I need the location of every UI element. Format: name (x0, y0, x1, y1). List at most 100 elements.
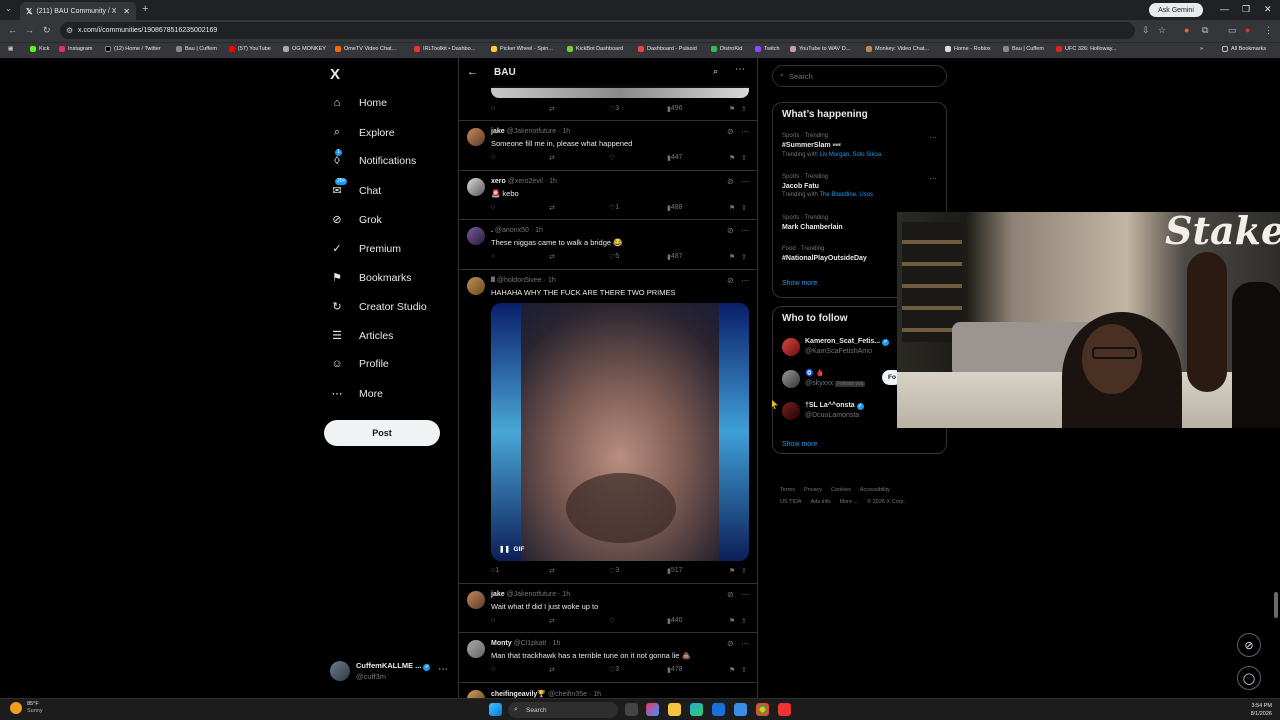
avatar[interactable] (782, 338, 800, 356)
tweet-handle[interactable]: @anonx50 (495, 227, 529, 234)
views-button[interactable]: ▮ 487 (667, 253, 683, 261)
nav-creator-studio[interactable]: ↻ Creator Studio (330, 300, 426, 314)
tweet-author[interactable]: xero (491, 178, 506, 185)
like-icon[interactable]: ♡ (609, 617, 615, 625)
account-switcher[interactable]: CuffemKALLME ... ✓ @cuff3m ⋯ (330, 660, 448, 682)
tweet-more-icon[interactable]: ⋯ (741, 127, 749, 136)
system-clock[interactable]: 3:54 PM 8/1/2026 (1240, 702, 1272, 718)
share-icon[interactable]: ⇧ (741, 666, 747, 674)
grok-fab-button[interactable]: ⊘ (1237, 633, 1261, 657)
footer-link[interactable]: Accessibility (860, 487, 890, 493)
tweet-handle[interactable]: @holdon5ivee (497, 277, 542, 284)
trend-more-icon[interactable]: ⋯ (929, 133, 937, 142)
url-input[interactable]: ⚙ x.com/i/communities/190867851623500216… (60, 22, 1135, 39)
profile-avatar-icon[interactable]: ● (1245, 25, 1250, 35)
share-icon[interactable]: ⇧ (741, 253, 747, 261)
footer-link[interactable]: Ads info (811, 499, 831, 505)
like-button[interactable]: ♡ 5 (609, 253, 619, 261)
like-button[interactable]: ♡ 1 (609, 204, 619, 212)
tweet[interactable]: jake @Jakenotfuture · 1h ⊘ ⋯ Wait what t… (459, 583, 757, 632)
reply-icon[interactable]: ○ (491, 253, 495, 260)
tweet-author[interactable]: ll (491, 277, 495, 284)
nav-profile[interactable]: ☺ Profile (330, 358, 388, 370)
avatar[interactable] (467, 690, 485, 698)
tweet-author[interactable]: cheifingeavily🏆 (491, 691, 546, 698)
post-button[interactable]: Post (324, 420, 440, 446)
bookmark-1[interactable]: Instagram (59, 46, 92, 52)
extension-icon[interactable]: ● (1184, 25, 1189, 35)
bookmark-icon[interactable]: ⚑ (729, 666, 735, 674)
avatar[interactable] (467, 640, 485, 658)
tweet-handle[interactable]: @Jakenotfuture (507, 128, 557, 135)
trend-with[interactable]: The Bloodline, Usos (819, 192, 873, 198)
bookmark-0[interactable]: Kick (30, 46, 49, 52)
nav-more[interactable]: ⋯ More (330, 387, 383, 401)
task-view-icon[interactable] (625, 703, 638, 716)
reply-icon[interactable]: ○ (491, 617, 495, 624)
like-button[interactable]: ♡ 3 (609, 105, 619, 113)
bookmark-2[interactable]: (12) Home / Twitter (105, 46, 161, 52)
share-icon[interactable]: ⇧ (741, 105, 747, 113)
follow-suggestion[interactable]: Kameron_Scat_Fetis... ✓ @KamScaFetishAmo (782, 337, 890, 357)
close-window-icon[interactable]: ✕ (1264, 4, 1272, 15)
bookmark-10[interactable]: Dashboard - Pulsoid (638, 46, 697, 52)
nav-explore[interactable]: ⌕ Explore (330, 126, 395, 139)
show-more-link[interactable]: Show more (782, 441, 817, 448)
views-button[interactable]: ▮ 447 (667, 154, 683, 162)
avatar[interactable] (467, 178, 485, 196)
extensions-icon[interactable]: ⧉ (1202, 25, 1208, 36)
store-icon[interactable] (712, 703, 725, 716)
share-icon[interactable]: ⇧ (741, 617, 747, 625)
nav-chat[interactable]: ✉ 20+ Chat (330, 178, 381, 197)
browser-tab[interactable]: 𝕏 (211) BAU Community / X ✕ (20, 2, 136, 20)
views-button[interactable]: ▮ 440 (667, 617, 683, 625)
ask-gemini-button[interactable]: Ask Gemini (1149, 3, 1203, 17)
tweet-more-icon[interactable]: ⋯ (741, 276, 749, 285)
like-button[interactable]: ♡ 3 (609, 567, 619, 575)
bookmark-4[interactable]: (57) YouTube (229, 46, 271, 52)
bookmark-icon[interactable]: ⚑ (729, 105, 735, 113)
tweet-author[interactable]: jake (491, 128, 505, 135)
reply-icon[interactable]: ○ (491, 666, 495, 673)
grok-icon[interactable]: ⊘ (727, 639, 734, 648)
tweet-author[interactable]: Monty (491, 640, 512, 647)
apps-icon[interactable]: ▦ (8, 46, 13, 52)
grok-icon[interactable]: ⊘ (727, 127, 734, 136)
avatar[interactable] (467, 227, 485, 245)
grok-icon[interactable]: ⊘ (727, 177, 734, 186)
tweet-author[interactable]: . (491, 227, 493, 234)
community-more-icon[interactable]: ⋯ (735, 64, 745, 75)
bookmark-3[interactable]: Bau | Cuffem (176, 46, 217, 52)
nav-notifications[interactable]: ◊ 1 Notifications (330, 149, 416, 167)
weather-widget[interactable]: 85°F Sunny (10, 701, 43, 715)
bookmark-14[interactable]: Monkey: Video Chat... (866, 46, 929, 52)
trend-with[interactable]: Liv Morgan, Solo Sikoa (819, 152, 881, 158)
bookmark-icon[interactable]: ⚑ (729, 617, 735, 625)
retweet-icon[interactable]: ⇄ (549, 567, 555, 575)
gif-badge[interactable]: ❚❚ GIF (499, 545, 524, 553)
retweet-icon[interactable]: ⇄ (549, 105, 555, 113)
trend-item[interactable]: Sports · Trending Jacob Fatu Trending wi… (782, 173, 873, 200)
tab-close-icon[interactable]: ✕ (123, 7, 130, 16)
footer-link[interactable]: Terms (780, 487, 795, 493)
footer-link[interactable]: Cookies (831, 487, 851, 493)
back-arrow-icon[interactable]: ← (467, 66, 478, 78)
bookmarks-overflow-icon[interactable]: » (1200, 46, 1203, 52)
chrome-icon[interactable] (756, 703, 769, 716)
avatar[interactable] (782, 370, 800, 388)
tweet-author[interactable]: jake (491, 591, 505, 598)
file-explorer-icon[interactable] (668, 703, 681, 716)
reply-button[interactable]: ○ 1 (491, 567, 499, 574)
reply-icon[interactable]: ○ (491, 204, 495, 211)
show-more-link[interactable]: Show more (782, 280, 817, 287)
trend-item[interactable]: Food · Trending #NationalPlayOutsideDay (782, 245, 867, 263)
footer-link[interactable]: US TIDA (780, 499, 802, 505)
messages-fab-button[interactable]: ◯ (1237, 666, 1261, 690)
nav-articles[interactable]: ☰ Articles (330, 329, 393, 343)
bookmark-15[interactable]: Home - Roblox (945, 46, 991, 52)
avatar[interactable] (467, 277, 485, 295)
search-input[interactable]: ⌕ Search (772, 65, 947, 87)
views-button[interactable]: ▮ 496 (667, 105, 683, 113)
install-icon[interactable]: ⇩ (1142, 25, 1150, 36)
reply-icon[interactable]: ○ (491, 105, 495, 112)
